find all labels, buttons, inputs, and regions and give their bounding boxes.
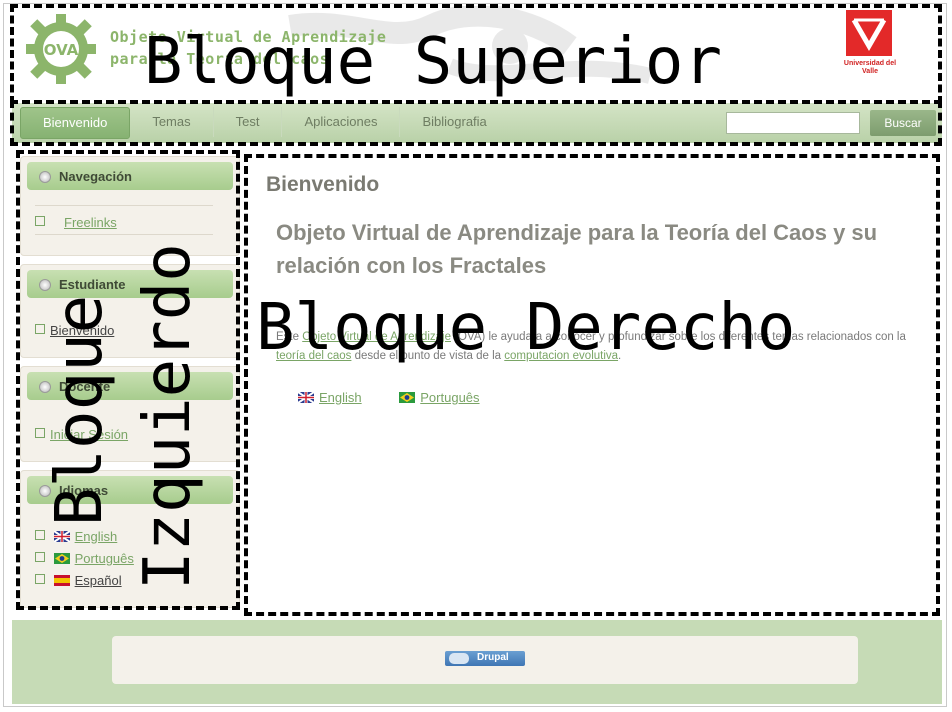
annotation-box-top-nav [10,100,942,146]
drupal-badge[interactable]: Drupal [445,651,525,666]
annotation-label-top: Bloque Superior [144,25,722,99]
drupal-badge-label: Drupal [477,652,509,663]
annotation-label-left-line2: Izquierdo [131,243,205,590]
annotation-label-right: Bloque Derecho [256,291,796,365]
annotation-box-right [244,154,940,616]
annotation-label-left: Bloque Izquierdo [43,170,208,600]
footer-panel: Drupal [112,636,858,684]
site-footer: Drupal [12,620,942,704]
annotation-label-left-line1: Bloque [43,294,117,526]
drupal-drop-icon [449,653,469,664]
